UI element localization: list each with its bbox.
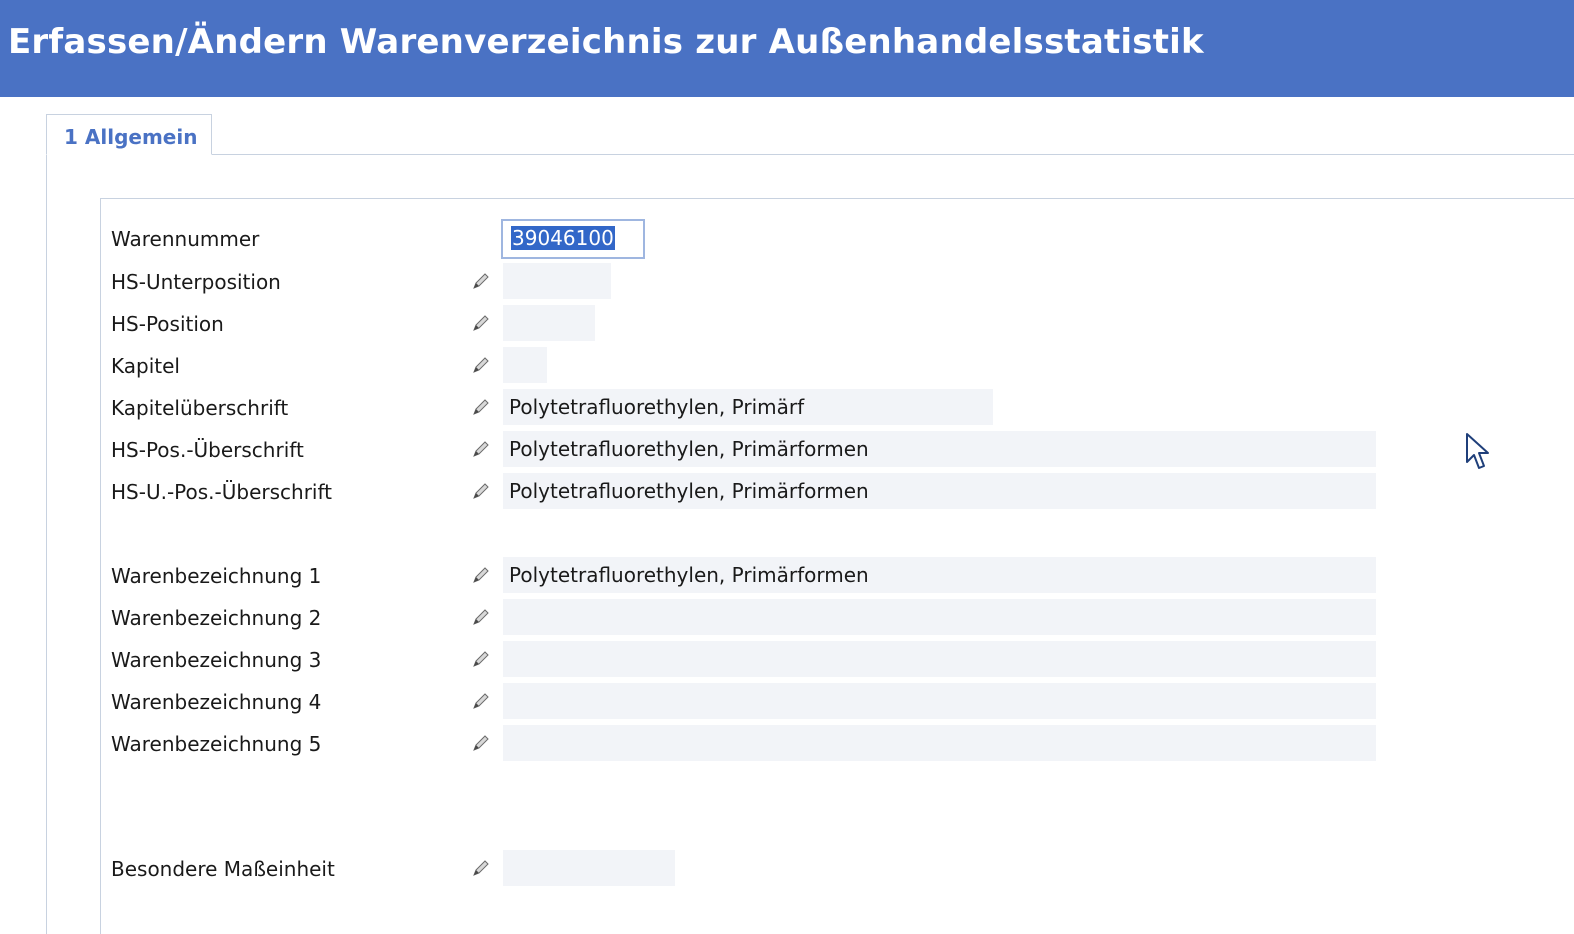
row-warennummer: Warennummer 39046100 [101,219,1574,259]
tab-allgemein-label: 1 Allgemein [64,125,198,149]
besondere-masseinheit-field[interactable] [503,850,675,886]
pencil-icon[interactable] [471,481,491,501]
row-besondere-masseinheit: Besondere Maßeinheit [101,850,1574,886]
hs-u-pos-ueberschrift-label: HS-U.-Pos.-Überschrift [111,480,333,504]
pencil-icon[interactable] [471,858,491,878]
warennummer-input[interactable]: 39046100 [501,219,645,259]
pencil-icon[interactable] [471,733,491,753]
warenbezeichnung-4-label: Warenbezeichnung 4 [111,690,322,714]
hs-pos-ueberschrift-field[interactable]: Polytetrafluorethylen, Primärformen [503,431,1376,467]
row-warenbezeichnung-4: Warenbezeichnung 4 [101,683,1574,719]
row-hs-unterposition: HS-Unterposition [101,263,1574,299]
hs-unterposition-label: HS-Unterposition [111,270,281,294]
row-warenbezeichnung-3: Warenbezeichnung 3 [101,641,1574,677]
warennummer-value: 39046100 [511,226,615,250]
mouse-pointer-icon [1466,433,1489,469]
kapitel-field[interactable] [503,347,547,383]
hs-unterposition-field[interactable] [503,263,611,299]
warenbezeichnung-3-label: Warenbezeichnung 3 [111,648,322,672]
tab-body-border [46,154,47,934]
warenbezeichnung-3-field[interactable] [503,641,1376,677]
tab-allgemein[interactable]: 1 Allgemein [46,114,212,155]
kapitel-label: Kapitel [111,354,180,378]
window-title: Erfassen/Ändern Warenverzeichnis zur Auß… [8,22,1204,62]
row-hs-u-pos-ueberschrift: HS-U.-Pos.-Überschrift Polytetrafluoreth… [101,473,1574,509]
warenbezeichnung-1-label: Warenbezeichnung 1 [111,564,322,588]
row-hs-pos-ueberschrift: HS-Pos.-Überschrift Polytetrafluorethyle… [101,431,1574,467]
pencil-icon[interactable] [471,355,491,375]
title-bar: Erfassen/Ändern Warenverzeichnis zur Auß… [0,0,1574,97]
pencil-icon[interactable] [471,565,491,585]
kapitelueberschrift-field[interactable]: Polytetrafluorethylen, Primärf [503,389,993,425]
hs-position-label: HS-Position [111,312,224,336]
hs-pos-ueberschrift-label: HS-Pos.-Überschrift [111,438,304,462]
pencil-icon[interactable] [471,607,491,627]
row-kapitel: Kapitel [101,347,1574,383]
warenbezeichnung-2-field[interactable] [503,599,1376,635]
tab-strip-divider [46,154,1574,155]
row-hs-position: HS-Position [101,305,1574,341]
form-panel: Warennummer 39046100 HS-Unterposition HS… [100,198,1574,934]
pencil-icon[interactable] [471,439,491,459]
warennummer-label: Warennummer [111,227,260,251]
hs-position-field[interactable] [503,305,595,341]
warenbezeichnung-2-label: Warenbezeichnung 2 [111,606,322,630]
kapitelueberschrift-label: Kapitelüberschrift [111,396,289,420]
warenbezeichnung-5-field[interactable] [503,725,1376,761]
pencil-icon[interactable] [471,313,491,333]
warenbezeichnung-1-field[interactable]: Polytetrafluorethylen, Primärformen [503,557,1376,593]
row-warenbezeichnung-1: Warenbezeichnung 1 Polytetrafluorethylen… [101,557,1574,593]
pencil-icon[interactable] [471,397,491,417]
pencil-icon[interactable] [471,691,491,711]
pencil-icon[interactable] [471,271,491,291]
row-kapitelueberschrift: Kapitelüberschrift Polytetrafluorethylen… [101,389,1574,425]
hs-u-pos-ueberschrift-field[interactable]: Polytetrafluorethylen, Primärformen [503,473,1376,509]
besondere-masseinheit-label: Besondere Maßeinheit [111,857,335,881]
row-warenbezeichnung-5: Warenbezeichnung 5 [101,725,1574,761]
pencil-icon[interactable] [471,649,491,669]
row-warenbezeichnung-2: Warenbezeichnung 2 [101,599,1574,635]
warenbezeichnung-4-field[interactable] [503,683,1376,719]
warenbezeichnung-5-label: Warenbezeichnung 5 [111,732,322,756]
